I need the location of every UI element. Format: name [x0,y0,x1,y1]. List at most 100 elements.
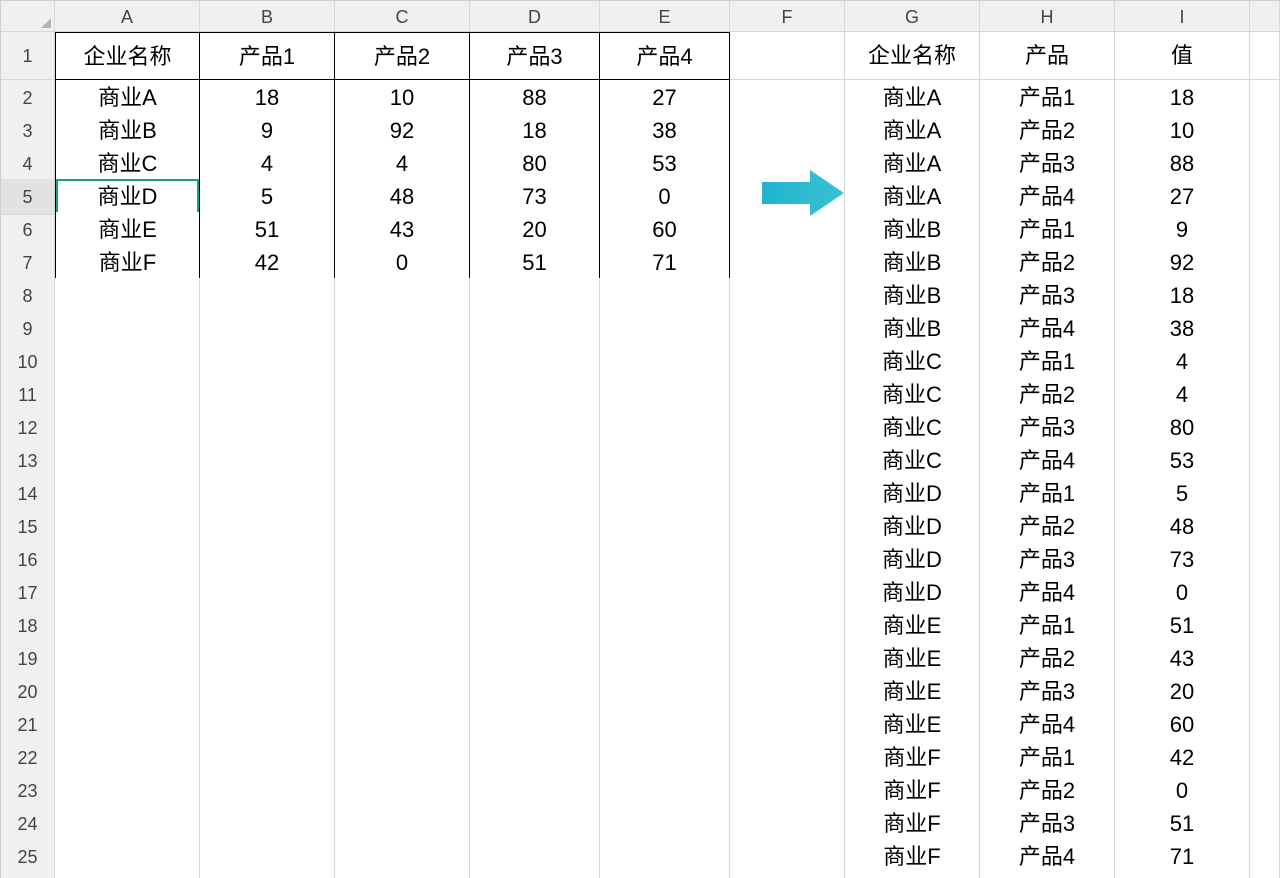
right-table-cell[interactable]: 商业C [845,410,980,446]
right-table-cell[interactable]: 产品2 [980,377,1115,413]
cell-E14[interactable] [600,476,730,512]
right-table-cell[interactable]: 产品1 [980,80,1115,116]
right-table-cell[interactable]: 产品1 [980,476,1115,512]
cell-E24[interactable] [600,806,730,842]
right-table-cell[interactable]: 商业D [845,509,980,545]
column-header-C[interactable]: C [335,0,470,32]
select-all-corner[interactable] [0,0,55,32]
right-table-cell[interactable]: 商业C [845,443,980,479]
left-table-cell[interactable]: 53 [600,146,730,182]
right-table-cell[interactable]: 商业E [845,641,980,677]
left-table-cell[interactable]: 88 [470,80,600,116]
right-table-cell[interactable]: 商业B [845,278,980,314]
cell-B26[interactable] [200,872,335,878]
cell-D21[interactable] [470,707,600,743]
right-table-cell[interactable]: 产品2 [980,641,1115,677]
left-table-cell[interactable]: 20 [470,212,600,248]
row-header-10[interactable]: 10 [0,344,55,380]
cell-D10[interactable] [470,344,600,380]
cell-D17[interactable] [470,575,600,611]
cell-B19[interactable] [200,641,335,677]
cell-D8[interactable] [470,278,600,314]
cell-F3[interactable] [730,113,845,149]
cell-A21[interactable] [55,707,200,743]
cell-F20[interactable] [730,674,845,710]
cell-F21[interactable] [730,707,845,743]
cell-B11[interactable] [200,377,335,413]
cell-C18[interactable] [335,608,470,644]
right-table-cell[interactable]: 4 [1115,377,1250,413]
cell-G26[interactable] [845,872,980,878]
right-table-cell[interactable]: 42 [1115,740,1250,776]
cell-A26[interactable] [55,872,200,878]
row-header-11[interactable]: 11 [0,377,55,413]
cell-F14[interactable] [730,476,845,512]
left-table-cell[interactable]: 48 [335,179,470,215]
right-table-cell[interactable]: 商业C [845,377,980,413]
cell-A22[interactable] [55,740,200,776]
cell-A15[interactable] [55,509,200,545]
right-table-cell[interactable]: 20 [1115,674,1250,710]
left-table-cell[interactable]: 4 [335,146,470,182]
right-table-cell[interactable]: 产品4 [980,179,1115,215]
cell-F24[interactable] [730,806,845,842]
cell-B23[interactable] [200,773,335,809]
right-table-cell[interactable]: 商业C [845,344,980,380]
right-table-cell[interactable]: 产品3 [980,146,1115,182]
cell-B15[interactable] [200,509,335,545]
right-table-cell[interactable]: 商业B [845,311,980,347]
cell-D14[interactable] [470,476,600,512]
cell-D16[interactable] [470,542,600,578]
right-table-cell[interactable]: 产品4 [980,311,1115,347]
cell-C19[interactable] [335,641,470,677]
right-table-cell[interactable]: 0 [1115,575,1250,611]
right-table-cell[interactable]: 商业E [845,608,980,644]
cell-A17[interactable] [55,575,200,611]
column-header-D[interactable]: D [470,0,600,32]
left-table-cell[interactable]: 0 [600,179,730,215]
left-table-cell[interactable]: 80 [470,146,600,182]
cell-C23[interactable] [335,773,470,809]
cell-E25[interactable] [600,839,730,875]
right-table-cell[interactable]: 18 [1115,80,1250,116]
right-table-cell[interactable]: 产品2 [980,509,1115,545]
right-table-cell[interactable]: 产品2 [980,113,1115,149]
cell-E20[interactable] [600,674,730,710]
cell-A16[interactable] [55,542,200,578]
cell-C20[interactable] [335,674,470,710]
row-header-21[interactable]: 21 [0,707,55,743]
cell-D26[interactable] [470,872,600,878]
left-table-header[interactable]: 企业名称 [55,32,200,80]
spreadsheet-view[interactable]: ABCDEFGHI1企业名称产品1产品2产品3产品4企业名称产品值2商业A181… [0,0,1280,878]
cell-D23[interactable] [470,773,600,809]
cell-E22[interactable] [600,740,730,776]
left-table-cell[interactable]: 38 [600,113,730,149]
cell-F8[interactable] [730,278,845,314]
left-table-cell[interactable]: 10 [335,80,470,116]
cell-C12[interactable] [335,410,470,446]
row-header-8[interactable]: 8 [0,278,55,314]
cell-D12[interactable] [470,410,600,446]
right-table-cell[interactable]: 商业A [845,146,980,182]
right-table-cell[interactable]: 43 [1115,641,1250,677]
right-table-cell[interactable]: 产品1 [980,740,1115,776]
left-table-cell[interactable]: 商业E [55,212,200,248]
right-table-cell[interactable]: 产品3 [980,410,1115,446]
right-table-cell[interactable]: 商业A [845,80,980,116]
column-header-E[interactable]: E [600,0,730,32]
cell-F23[interactable] [730,773,845,809]
cell-B25[interactable] [200,839,335,875]
left-table-cell[interactable]: 60 [600,212,730,248]
cell-C16[interactable] [335,542,470,578]
column-header-F[interactable]: F [730,0,845,32]
cell-D25[interactable] [470,839,600,875]
right-table-cell[interactable]: 51 [1115,608,1250,644]
row-header-14[interactable]: 14 [0,476,55,512]
cell-B13[interactable] [200,443,335,479]
right-table-cell[interactable]: 商业F [845,740,980,776]
cell-D20[interactable] [470,674,600,710]
right-table-cell[interactable]: 产品4 [980,707,1115,743]
left-table-cell[interactable]: 5 [200,179,335,215]
cell-F10[interactable] [730,344,845,380]
row-header-12[interactable]: 12 [0,410,55,446]
